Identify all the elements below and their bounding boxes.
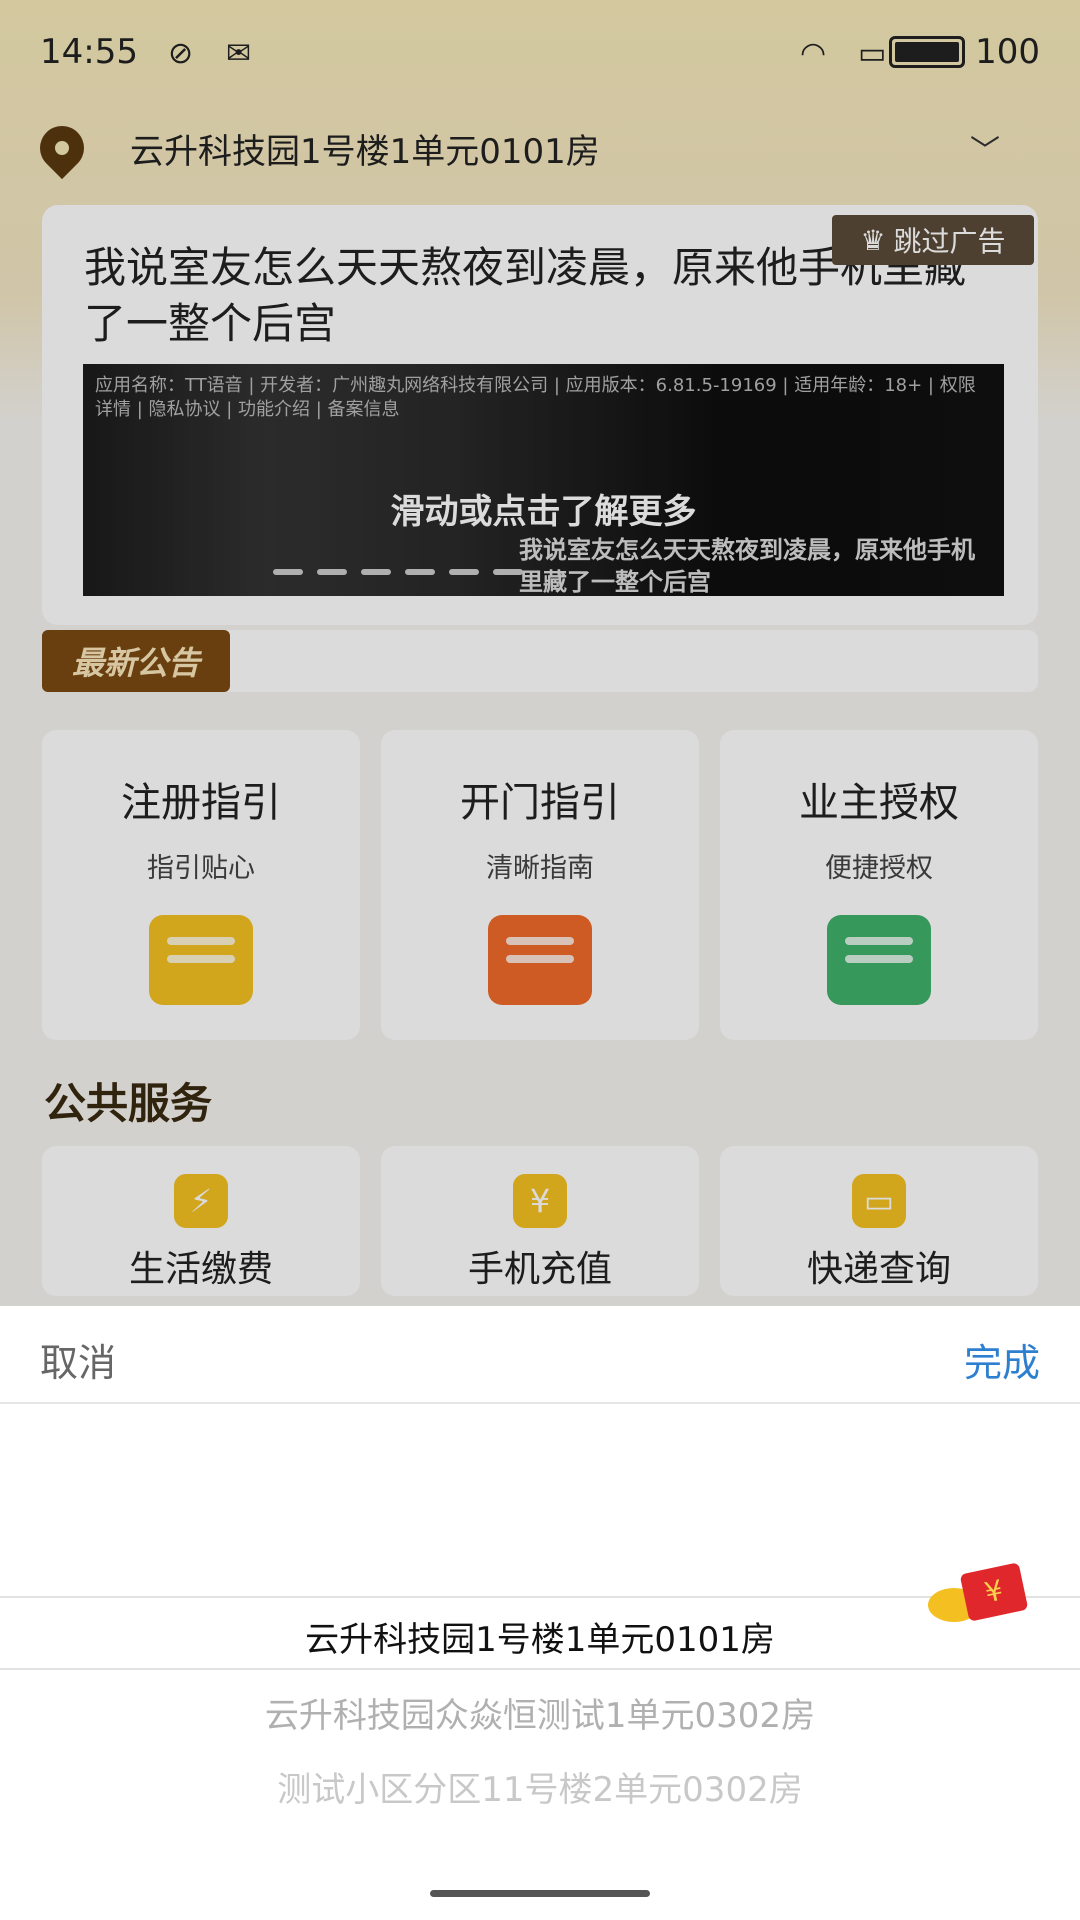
picker-option-selected[interactable]: 云升科技园1号楼1单元0101房: [0, 1612, 1080, 1661]
modal-dim-overlay[interactable]: [0, 0, 1080, 1306]
cancel-button[interactable]: 取消: [40, 1332, 116, 1387]
red-packet-float-button[interactable]: ¥: [928, 1562, 1029, 1624]
home-indicator[interactable]: [430, 1890, 650, 1897]
picker-selection-line-top: [0, 1596, 1080, 1598]
picker-option[interactable]: 测试小区分区11号楼2单元0302房: [0, 1762, 1080, 1811]
picker-option[interactable]: 云升科技园众焱恒测试1单元0302房: [0, 1688, 1080, 1737]
picker-toolbar: 取消 完成: [0, 1306, 1080, 1404]
picker-selection-line-bottom: [0, 1668, 1080, 1670]
red-envelope-icon: ¥: [959, 1562, 1029, 1622]
done-button[interactable]: 完成: [964, 1332, 1040, 1387]
